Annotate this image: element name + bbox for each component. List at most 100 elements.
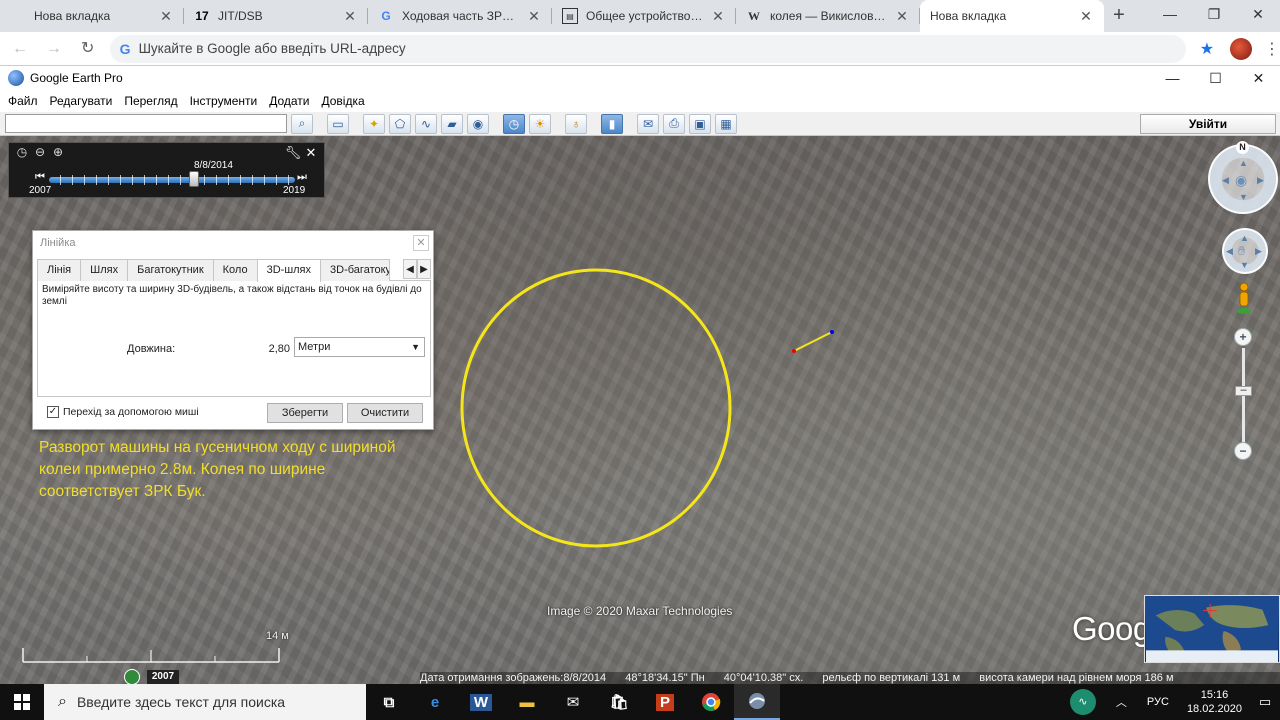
zoom-in-time-icon[interactable]: ⊕ — [49, 145, 67, 159]
signin-button[interactable]: Увійти — [1140, 114, 1276, 134]
close-icon[interactable]: ✕ — [302, 145, 320, 161]
polygon-icon[interactable]: ⬠ — [389, 113, 411, 134]
chrome-icon[interactable] — [688, 684, 734, 720]
tab-close-icon[interactable]: ✕ — [526, 8, 542, 25]
tilt-up-icon[interactable]: ▲ — [1239, 158, 1248, 168]
tab-close-icon[interactable]: ✕ — [342, 8, 358, 25]
tab-scroll-left-icon[interactable]: ◀ — [403, 259, 417, 279]
save-button[interactable]: Зберегти — [267, 403, 343, 423]
powerpoint-icon[interactable]: P — [642, 684, 688, 720]
browser-tab[interactable]: Нова вкладка ✕ — [0, 0, 184, 32]
browser-tab[interactable]: W колея — Викисловарь ✕ — [736, 0, 920, 32]
browser-menu-icon[interactable]: ⋮ — [1264, 39, 1280, 59]
rotate-left-icon[interactable]: ◀ — [1222, 175, 1229, 186]
map-view[interactable]: ◷ ⊖ ⊕ 🔧︎ ✕ 8/8/2014 ⏮︎ ⏭︎ 2007 2019 Ліні… — [0, 136, 1280, 684]
app-maximize-button[interactable]: ☐ — [1194, 70, 1237, 87]
tab-scroll-right-icon[interactable]: ▶ — [417, 259, 431, 279]
taskbar-search[interactable]: ⌕ Введите здесь текст для поиска — [44, 684, 366, 720]
sidebar-icon[interactable]: ▭ — [327, 113, 349, 134]
search-input[interactable] — [5, 114, 287, 133]
tab-3d-path[interactable]: 3D-шлях — [256, 259, 322, 282]
zoom-in-button[interactable]: + — [1234, 328, 1252, 346]
browser-tab[interactable]: 17 JIT/DSB ✕ — [184, 0, 368, 32]
search-icon[interactable]: ⌕ — [291, 113, 313, 134]
north-indicator[interactable]: N — [1236, 141, 1249, 154]
menu-edit[interactable]: Редагувати — [50, 94, 113, 108]
unit-select[interactable]: Метри ▼ — [294, 337, 425, 357]
mouse-nav-checkbox[interactable]: ✓ — [47, 406, 59, 418]
back-icon[interactable]: ← — [6, 35, 34, 63]
move-down-icon[interactable]: ▼ — [1240, 260, 1249, 270]
move-up-icon[interactable]: ▲ — [1240, 233, 1249, 243]
tab-polygon[interactable]: Багатокутник — [127, 259, 214, 281]
menu-file[interactable]: Файл — [8, 94, 38, 108]
zoom-out-button[interactable]: − — [1234, 442, 1252, 460]
word-icon[interactable]: W — [458, 684, 504, 720]
menu-tools[interactable]: Інструменти — [190, 94, 258, 108]
tab-3d-polygon[interactable]: 3D-багатокутн — [320, 259, 391, 281]
tray-expand-icon[interactable]: ︿ — [1116, 694, 1127, 710]
clear-button[interactable]: Очистити — [347, 403, 423, 423]
new-tab-button[interactable]: + — [1104, 0, 1134, 32]
overlay-icon[interactable]: ▰ — [441, 113, 463, 134]
next-image-icon[interactable]: ⏭︎ — [297, 171, 307, 184]
close-icon[interactable]: ✕ — [413, 235, 429, 251]
windows-start-icon[interactable] — [0, 684, 44, 720]
hand-icon[interactable]: ✋︎ — [1238, 243, 1245, 259]
explorer-icon[interactable]: ▬ — [504, 684, 550, 720]
history-icon[interactable]: ◷ — [503, 113, 525, 134]
tab-close-icon[interactable]: ✕ — [894, 8, 910, 25]
omnibox[interactable]: G Шукайте в Google або введіть URL-адрес… — [109, 34, 1186, 63]
prev-image-icon[interactable]: ⏮︎ — [35, 171, 45, 184]
history-year-badge[interactable]: 2007 — [147, 670, 179, 684]
save-image-icon[interactable]: ▣ — [689, 113, 711, 134]
move-left-icon[interactable]: ◀ — [1226, 246, 1233, 257]
pegman-icon[interactable] — [1236, 282, 1252, 316]
tab-close-icon[interactable]: ✕ — [158, 8, 174, 25]
reload-icon[interactable]: ↻ — [74, 35, 102, 63]
history-clock-icon[interactable] — [124, 669, 140, 684]
planet-icon[interactable]: ♁ — [565, 113, 587, 134]
tab-line[interactable]: Лінія — [37, 259, 82, 281]
ruler-icon[interactable]: ▮ — [601, 113, 623, 134]
forward-icon[interactable]: → — [40, 35, 68, 63]
app-minimize-button[interactable]: — — [1151, 70, 1194, 86]
mail-icon[interactable]: ✉ — [550, 684, 596, 720]
path-icon[interactable]: ∿ — [415, 113, 437, 134]
sun-icon[interactable]: ☀ — [529, 113, 551, 134]
restore-button[interactable]: ❐ — [1192, 0, 1236, 30]
bookmark-star-icon[interactable]: ★ — [1200, 39, 1214, 59]
tab-path[interactable]: Шлях — [80, 259, 129, 281]
clock-icon[interactable]: ◷ — [13, 145, 31, 159]
task-view-icon[interactable]: ⧉ — [366, 684, 412, 720]
profile-avatar[interactable] — [1230, 37, 1252, 60]
placemark-icon[interactable]: ✦ — [363, 113, 385, 134]
menu-view[interactable]: Перегляд — [124, 94, 177, 108]
browser-tab-active[interactable]: Нова вкладка ✕ — [920, 0, 1104, 32]
browser-tab[interactable]: G Ходовая часть ЗРК Бук ✕ — [368, 0, 552, 32]
rotate-right-icon[interactable]: ▶ — [1257, 175, 1264, 186]
time-slider-thumb[interactable] — [189, 171, 200, 187]
zoom-out-time-icon[interactable]: ⊖ — [31, 145, 49, 159]
menu-add[interactable]: Додати — [269, 94, 309, 108]
notification-icon[interactable]: ▭ — [1250, 694, 1280, 710]
wrench-icon[interactable]: 🔧︎ — [284, 145, 302, 161]
edge-icon[interactable]: e — [412, 684, 458, 720]
eye-icon[interactable]: ◉ — [1235, 172, 1247, 189]
tilt-down-icon[interactable]: ▼ — [1239, 192, 1248, 202]
activity-monitor-icon[interactable]: ∿ — [1069, 689, 1096, 715]
tab-circle[interactable]: Коло — [212, 259, 258, 281]
menu-help[interactable]: Довідка — [322, 94, 365, 108]
tab-close-icon[interactable]: ✕ — [1078, 8, 1094, 25]
store-icon[interactable]: 🛍︎ — [596, 684, 642, 720]
zoom-slider-thumb[interactable]: – — [1235, 385, 1252, 396]
clock[interactable]: 15:16 18.02.2020 — [1187, 688, 1242, 716]
google-earth-taskbar-icon[interactable] — [734, 684, 780, 720]
tour-icon[interactable]: ◉ — [467, 113, 489, 134]
email-icon[interactable]: ✉ — [637, 113, 659, 134]
tab-close-icon[interactable]: ✕ — [710, 8, 726, 25]
minimize-button[interactable]: — — [1148, 0, 1192, 30]
language-indicator[interactable]: РУС — [1147, 696, 1169, 708]
app-close-button[interactable]: ✕ — [1237, 70, 1280, 87]
print-icon[interactable]: ⎙ — [663, 113, 685, 134]
